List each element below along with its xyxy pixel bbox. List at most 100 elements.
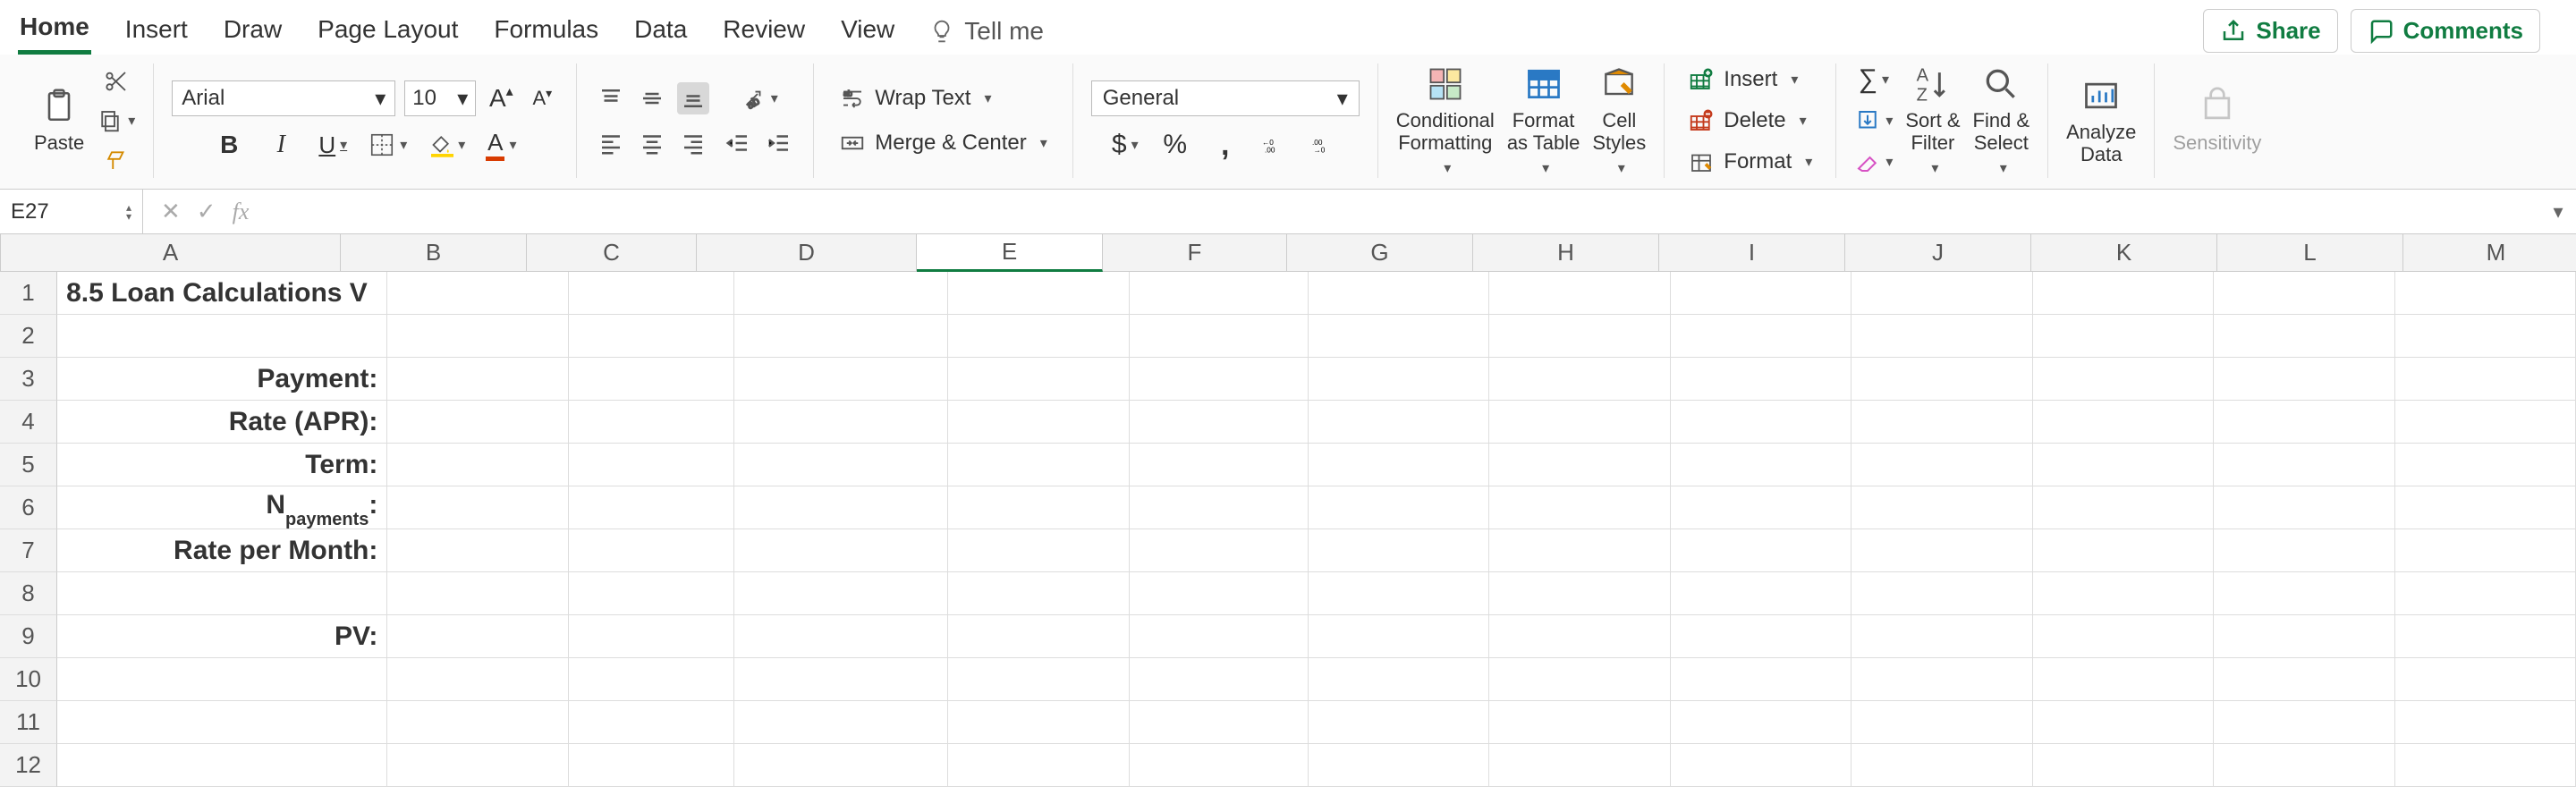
cell-H3[interactable] xyxy=(1489,358,1670,401)
autosum-button[interactable]: ∑ xyxy=(1858,63,1890,96)
cell-L5[interactable] xyxy=(2214,444,2394,486)
column-header-M[interactable]: M xyxy=(2403,234,2576,272)
row-header-11[interactable]: 11 xyxy=(0,701,57,744)
cell-L11[interactable] xyxy=(2214,701,2394,744)
copy-button[interactable] xyxy=(97,105,135,137)
cell-L4[interactable] xyxy=(2214,401,2394,444)
cell-M5[interactable] xyxy=(2395,444,2576,486)
cell-B3[interactable] xyxy=(387,358,568,401)
cell-M12[interactable] xyxy=(2395,744,2576,787)
tab-insert[interactable]: Insert xyxy=(123,10,190,53)
sheet-grid[interactable]: ABCDEFGHIJKLM 18.5 Loan Calculations V23… xyxy=(0,234,2576,787)
cell-E2[interactable] xyxy=(948,315,1129,358)
column-header-A[interactable]: A xyxy=(1,234,341,272)
cell-K4[interactable] xyxy=(2033,401,2214,444)
cell-B6[interactable] xyxy=(387,486,568,529)
cell-G10[interactable] xyxy=(1309,658,1489,701)
row-header-1[interactable]: 1 xyxy=(0,272,57,315)
column-header-I[interactable]: I xyxy=(1659,234,1845,272)
cell-J1[interactable] xyxy=(1852,272,2032,315)
comma-format-button[interactable]: , xyxy=(1209,129,1241,161)
cell-D1[interactable] xyxy=(734,272,948,315)
name-box[interactable]: E27 ▴▾ xyxy=(0,190,143,233)
cell-D11[interactable] xyxy=(734,701,948,744)
align-right-button[interactable] xyxy=(677,127,709,159)
clear-button[interactable] xyxy=(1854,146,1893,178)
cell-H1[interactable] xyxy=(1489,272,1670,315)
borders-button[interactable] xyxy=(369,129,407,161)
cell-C6[interactable] xyxy=(569,486,734,529)
merge-center-button[interactable]: Merge & Center xyxy=(832,127,1054,159)
cell-J9[interactable] xyxy=(1852,615,2032,658)
cell-F3[interactable] xyxy=(1130,358,1309,401)
cell-B7[interactable] xyxy=(387,529,568,572)
cell-J5[interactable] xyxy=(1852,444,2032,486)
cell-H2[interactable] xyxy=(1489,315,1670,358)
cell-M10[interactable] xyxy=(2395,658,2576,701)
cell-F2[interactable] xyxy=(1130,315,1309,358)
cell-L1[interactable] xyxy=(2214,272,2394,315)
cell-C10[interactable] xyxy=(569,658,734,701)
cell-M8[interactable] xyxy=(2395,572,2576,615)
enter-formula-button[interactable]: ✓ xyxy=(197,198,216,225)
cell-C11[interactable] xyxy=(569,701,734,744)
cell-C3[interactable] xyxy=(569,358,734,401)
cell-E12[interactable] xyxy=(948,744,1129,787)
cell-A5[interactable]: Term: xyxy=(57,444,387,486)
cell-D9[interactable] xyxy=(734,615,948,658)
column-header-H[interactable]: H xyxy=(1473,234,1659,272)
cell-D4[interactable] xyxy=(734,401,948,444)
decrease-decimal-button[interactable]: .00→0 xyxy=(1309,129,1342,161)
cell-D12[interactable] xyxy=(734,744,948,787)
name-box-spinner[interactable]: ▴▾ xyxy=(126,203,131,221)
comments-button[interactable]: Comments xyxy=(2351,9,2540,53)
cell-H5[interactable] xyxy=(1489,444,1670,486)
orientation-button[interactable]: ab xyxy=(740,82,778,114)
column-header-L[interactable]: L xyxy=(2217,234,2403,272)
cell-B1[interactable] xyxy=(387,272,568,315)
cell-G5[interactable] xyxy=(1309,444,1489,486)
cell-E4[interactable] xyxy=(948,401,1129,444)
cell-J7[interactable] xyxy=(1852,529,2032,572)
row-header-3[interactable]: 3 xyxy=(0,358,57,401)
cell-D2[interactable] xyxy=(734,315,948,358)
cell-L8[interactable] xyxy=(2214,572,2394,615)
cell-G12[interactable] xyxy=(1309,744,1489,787)
cell-A8[interactable] xyxy=(57,572,387,615)
cell-A10[interactable] xyxy=(57,658,387,701)
cell-E1[interactable] xyxy=(948,272,1129,315)
cell-I1[interactable] xyxy=(1671,272,1852,315)
cell-J10[interactable] xyxy=(1852,658,2032,701)
cell-B4[interactable] xyxy=(387,401,568,444)
cell-H12[interactable] xyxy=(1489,744,1670,787)
cell-M1[interactable] xyxy=(2395,272,2576,315)
cell-M6[interactable] xyxy=(2395,486,2576,529)
cut-button[interactable] xyxy=(100,65,132,97)
cell-D7[interactable] xyxy=(734,529,948,572)
cell-J6[interactable] xyxy=(1852,486,2032,529)
cell-C12[interactable] xyxy=(569,744,734,787)
align-middle-button[interactable] xyxy=(636,82,668,114)
row-header-4[interactable]: 4 xyxy=(0,401,57,444)
cell-I7[interactable] xyxy=(1671,529,1852,572)
cell-C7[interactable] xyxy=(569,529,734,572)
cell-K8[interactable] xyxy=(2033,572,2214,615)
increase-decimal-button[interactable]: ←0.00 xyxy=(1259,129,1292,161)
cell-J3[interactable] xyxy=(1852,358,2032,401)
tab-draw[interactable]: Draw xyxy=(222,10,284,53)
cell-B10[interactable] xyxy=(387,658,568,701)
cell-I12[interactable] xyxy=(1671,744,1852,787)
tab-home[interactable]: Home xyxy=(18,7,91,55)
row-header-8[interactable]: 8 xyxy=(0,572,57,615)
cell-F5[interactable] xyxy=(1130,444,1309,486)
row-header-5[interactable]: 5 xyxy=(0,444,57,486)
align-top-button[interactable] xyxy=(595,82,627,114)
cell-K3[interactable] xyxy=(2033,358,2214,401)
increase-indent-button[interactable] xyxy=(763,127,795,159)
cell-C2[interactable] xyxy=(569,315,734,358)
decrease-font-button[interactable]: A▾ xyxy=(526,82,558,114)
cell-K1[interactable] xyxy=(2033,272,2214,315)
cell-K11[interactable] xyxy=(2033,701,2214,744)
cell-G9[interactable] xyxy=(1309,615,1489,658)
cell-A12[interactable] xyxy=(57,744,387,787)
